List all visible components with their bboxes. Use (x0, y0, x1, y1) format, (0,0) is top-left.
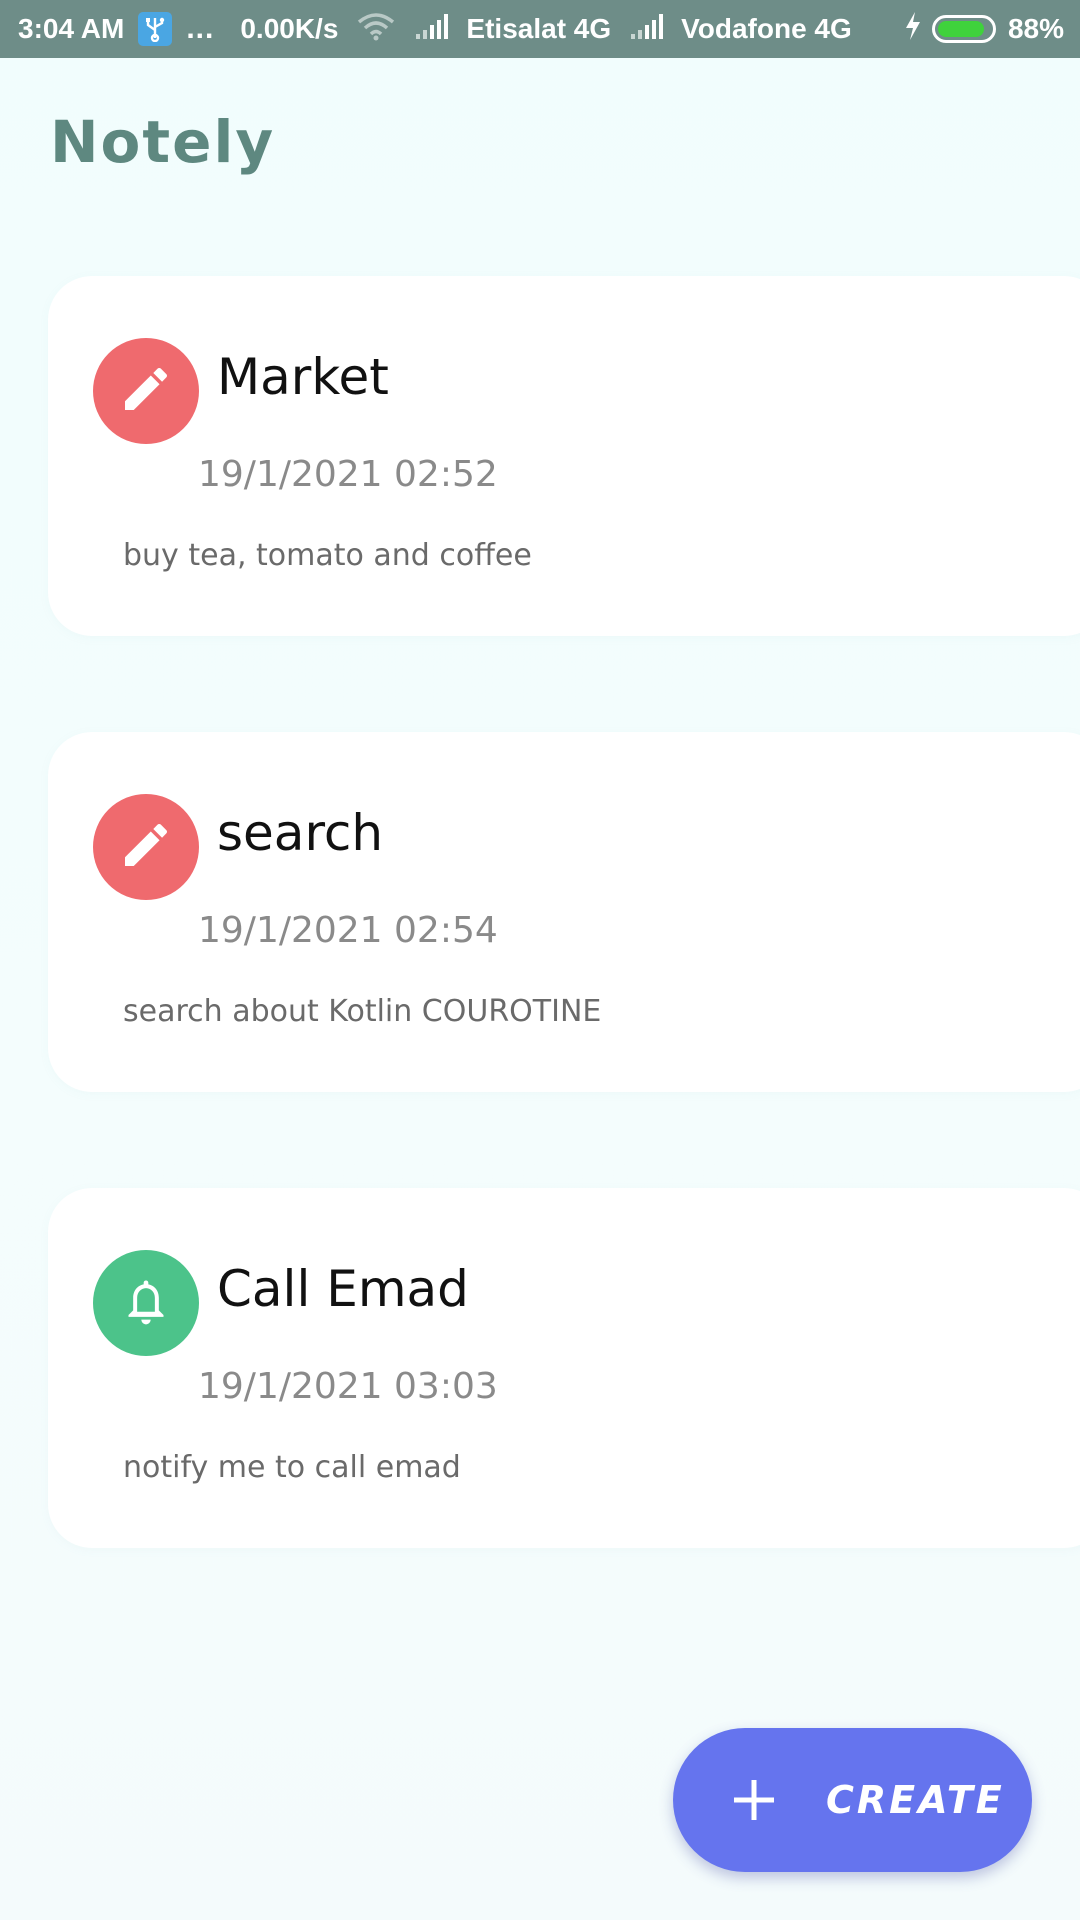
battery-level-fill (937, 21, 984, 37)
network-speed: 0.00K/s (240, 13, 339, 44)
app-title: Notely (50, 108, 276, 176)
note-title: Market (217, 348, 389, 406)
carrier-1: Etisalat 4G (466, 13, 612, 44)
signal-icon-1 (414, 12, 454, 47)
note-card[interactable]: Call Emad 19/1/2021 03:03 notify me to c… (48, 1188, 1080, 1548)
plus-icon (732, 1778, 776, 1822)
battery-percent: 88% (1007, 13, 1064, 44)
note-body: notify me to call emad (123, 1450, 461, 1485)
note-card[interactable]: search 19/1/2021 02:54 search about Kotl… (48, 732, 1080, 1092)
note-type-badge (93, 338, 199, 444)
wifi-icon (356, 11, 396, 48)
create-button-label: CREATE (826, 1778, 1005, 1822)
note-body: buy tea, tomato and coffee (123, 538, 532, 573)
note-body: search about Kotlin COUROTINE (123, 994, 602, 1029)
note-type-badge (93, 1250, 199, 1356)
note-title: search (217, 804, 384, 862)
carrier-2: Vodafone 4G (681, 13, 852, 44)
usb-icon (138, 12, 173, 46)
note-card[interactable]: Market 19/1/2021 02:52 buy tea, tomato a… (48, 276, 1080, 636)
pencil-icon (118, 817, 174, 877)
note-date: 19/1/2021 03:03 (198, 1366, 498, 1407)
status-bar: 3:04 AM ... 0.00K/s Etisalat 4G Vodafone… (0, 0, 1080, 58)
pencil-icon (118, 361, 174, 421)
status-time: 3:04 AM (18, 13, 125, 44)
bell-icon (118, 1273, 174, 1333)
note-date: 19/1/2021 02:52 (198, 454, 498, 495)
more-notifications-icon: ... (186, 12, 215, 45)
note-title: Call Emad (217, 1260, 469, 1318)
signal-icon-2 (629, 12, 669, 47)
create-button[interactable]: CREATE (673, 1728, 1032, 1872)
note-type-badge (93, 794, 199, 900)
charging-icon (904, 11, 922, 48)
battery-icon (931, 15, 996, 43)
note-date: 19/1/2021 02:54 (198, 910, 498, 951)
